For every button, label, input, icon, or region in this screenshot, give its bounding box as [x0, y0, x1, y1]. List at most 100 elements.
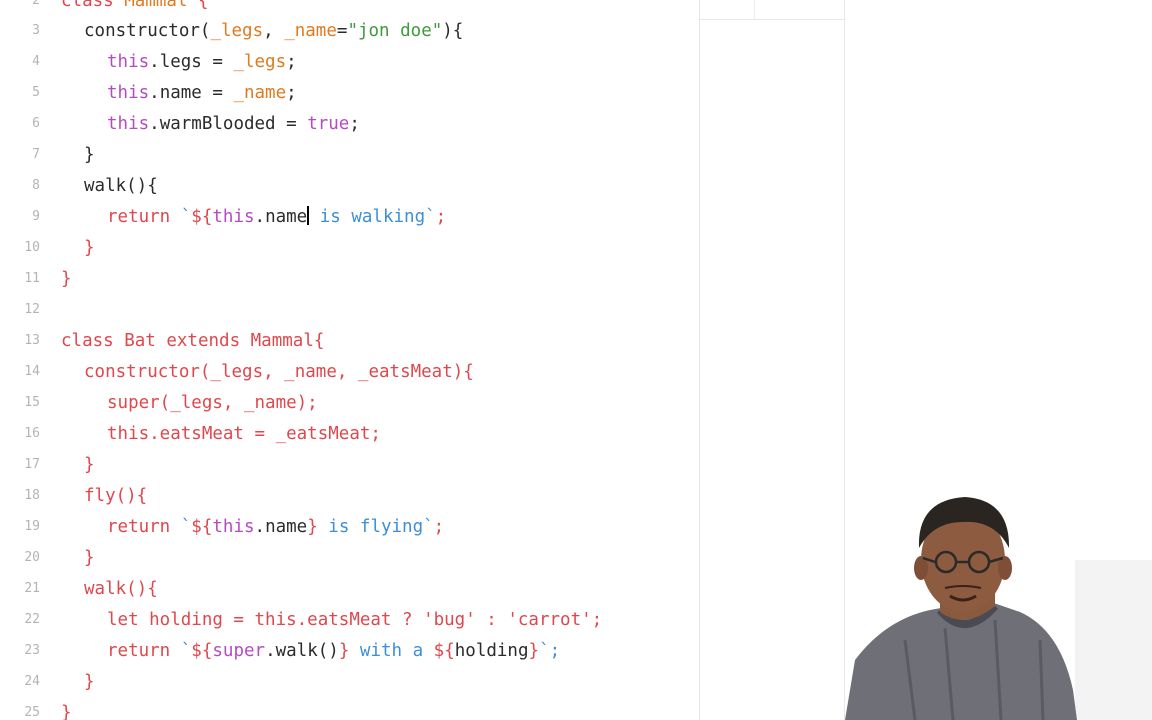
code-token: this.eatsMeat = _eatsMeat; [107, 424, 381, 444]
code-token: return [107, 641, 171, 661]
preview-pane [700, 0, 845, 720]
code-token: .warmBlooded = [149, 114, 308, 134]
code-token: let holding = this.eatsMeat ? 'bug' : 'c… [107, 610, 603, 630]
code-token: ${ [433, 641, 455, 661]
line-number: 19 [24, 519, 40, 534]
code-token: } [338, 641, 350, 661]
line-number: 9 [32, 209, 40, 224]
code-token: } [84, 672, 95, 692]
code-token: fly(){ [84, 486, 148, 506]
line-number: 11 [24, 271, 40, 286]
code-token: ${ [191, 517, 213, 537]
code-token: class [61, 0, 125, 11]
line-number: 17 [24, 457, 40, 472]
code-token: walk(){ [84, 579, 158, 599]
code-token: ){ [442, 21, 464, 41]
code-text: } [84, 233, 95, 263]
code-text: } [84, 667, 95, 697]
code-token: .name = [149, 83, 234, 103]
code-token: .name [254, 207, 308, 227]
line-number: 4 [32, 54, 40, 69]
line-number: 20 [24, 550, 40, 565]
code-token: constructor(_legs, _name, _eatsMeat){ [84, 362, 474, 382]
line-number: 3 [32, 23, 40, 38]
code-text: this.warmBlooded = true; [107, 109, 360, 139]
code-token: ; [349, 114, 360, 134]
line-number: 2 [32, 0, 40, 8]
line-number: 24 [24, 674, 40, 689]
line-number: 5 [32, 85, 40, 100]
code-text: fly(){ [84, 481, 147, 511]
code-text: return `${this.name} is flying`; [107, 512, 444, 542]
line-number: 8 [32, 178, 40, 193]
code-text: } [84, 450, 95, 480]
code-token: , [263, 21, 285, 41]
line-number: 12 [24, 302, 40, 317]
line-number: 25 [24, 705, 40, 720]
code-text: class Mammal { [61, 0, 209, 16]
line-number: 18 [24, 488, 40, 503]
code-token: } [84, 455, 95, 475]
code-token: "jon doe" [347, 21, 443, 41]
code-token: { [187, 0, 209, 11]
code-text: let holding = this.eatsMeat ? 'bug' : 'c… [107, 605, 602, 635]
code-token: } [84, 145, 95, 165]
line-number: 7 [32, 147, 40, 162]
code-token: return [107, 517, 171, 537]
code-token: _name [284, 21, 337, 41]
code-token: `; [539, 641, 561, 661]
code-token: } [61, 269, 72, 289]
code-token: ; [435, 207, 447, 227]
code-token: Mammal [124, 0, 188, 11]
code-token: .name [254, 517, 308, 537]
code-token: super(_legs, _name); [107, 393, 318, 413]
code-token: this [107, 83, 150, 103]
code-text: super(_legs, _name); [107, 388, 318, 418]
code-token: ; [433, 517, 445, 537]
line-number: 15 [24, 395, 40, 410]
code-token: } [307, 517, 318, 537]
line-number: 22 [24, 612, 40, 627]
line-number: 14 [24, 364, 40, 379]
code-token: .legs = [149, 52, 234, 72]
code-token: is flying` [317, 517, 434, 537]
code-token: this [107, 52, 150, 72]
line-number: 16 [24, 426, 40, 441]
code-token: .walk() [265, 641, 339, 661]
code-text: class Bat extends Mammal{ [61, 326, 324, 356]
code-text: } [84, 140, 95, 170]
code-text: this.legs = _legs; [107, 47, 297, 77]
code-text: constructor(_legs, _name, _eatsMeat){ [84, 357, 474, 387]
code-token: with a [349, 641, 434, 661]
code-token: walk(){ [84, 176, 158, 196]
line-number: 23 [24, 643, 40, 658]
code-token: ; [286, 52, 297, 72]
code-token: ${ [191, 641, 213, 661]
code-token: } [528, 641, 540, 661]
code-token: class Bat extends Mammal{ [61, 331, 325, 351]
code-token: _legs [233, 52, 287, 72]
line-number: 21 [24, 581, 40, 596]
code-editor[interactable]: 2 class Mammal {3 constructor(_legs, _name… [0, 0, 699, 720]
line-number: 10 [24, 240, 40, 255]
code-token: } [61, 703, 72, 720]
code-token: super [212, 641, 266, 661]
code-text: this.eatsMeat = _eatsMeat; [107, 419, 381, 449]
code-token: } [84, 548, 95, 568]
presenter-video [845, 0, 1152, 720]
code-token: ` [170, 641, 192, 661]
code-text: } [84, 543, 95, 573]
code-text: } [61, 264, 72, 294]
code-token: = [336, 21, 348, 41]
code-token: _legs [210, 21, 264, 41]
code-token: true [307, 114, 350, 134]
code-token: ` [170, 207, 192, 227]
code-token: this [212, 517, 255, 537]
code-token: ` [170, 517, 192, 537]
code-text: } [61, 698, 72, 720]
code-token: return [107, 207, 171, 227]
code-token: ${ [191, 207, 213, 227]
code-token: is walking` [309, 207, 436, 227]
line-number: 13 [24, 333, 40, 348]
code-token: _name [233, 83, 287, 103]
